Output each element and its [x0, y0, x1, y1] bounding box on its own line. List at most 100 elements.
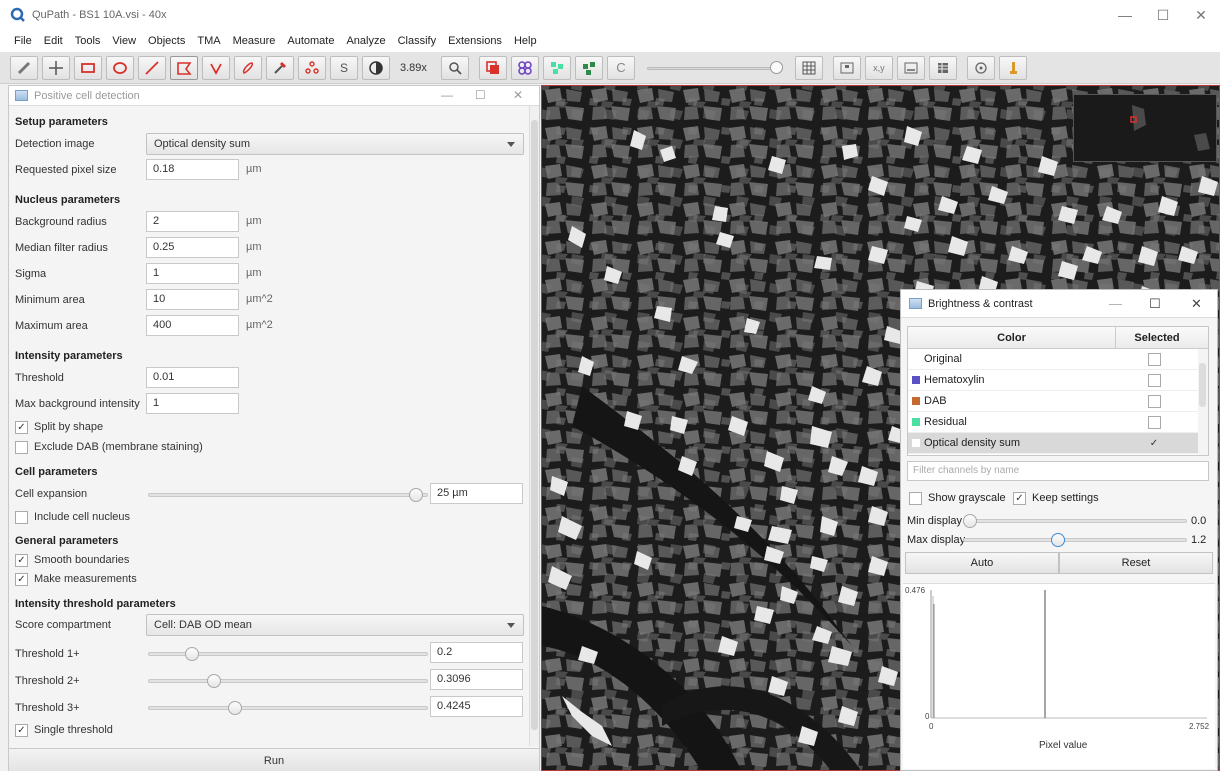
- move-tool-button[interactable]: [42, 55, 70, 80]
- threshold1-slider[interactable]: [148, 647, 428, 661]
- min-area-input[interactable]: 10: [146, 289, 239, 310]
- auto-button[interactable]: Auto: [905, 552, 1059, 574]
- show-overview-button[interactable]: [832, 55, 861, 80]
- threshold1-thumb[interactable]: [185, 647, 199, 661]
- threshold3-thumb[interactable]: [228, 701, 242, 715]
- pipette-button[interactable]: [998, 55, 1027, 80]
- max-bg-input[interactable]: 1: [146, 393, 239, 414]
- table-row[interactable]: Original: [908, 349, 1208, 370]
- table-row[interactable]: Optical density sum ✓: [908, 433, 1208, 454]
- threshold1-input[interactable]: 0.2: [430, 642, 523, 663]
- threshold3-slider[interactable]: [148, 701, 428, 715]
- threshold-input[interactable]: 0.01: [146, 367, 239, 388]
- menu-view[interactable]: View: [112, 35, 136, 47]
- polygon-tool-button[interactable]: [170, 55, 198, 80]
- channel-table-scrollbar-thumb[interactable]: [1199, 363, 1206, 407]
- make-measurements-check[interactable]: ✓: [15, 572, 28, 586]
- exclude-dab-checkbox[interactable]: Exclude DAB (membrane staining): [15, 437, 203, 457]
- bc-minimize-button[interactable]: —: [1109, 296, 1122, 311]
- pixel-size-input[interactable]: 0.18: [146, 159, 239, 180]
- split-by-shape-checkbox[interactable]: ✓ Split by shape: [15, 417, 103, 437]
- dialog-maximize-button[interactable]: ☐: [475, 88, 486, 102]
- menu-edit[interactable]: Edit: [44, 35, 63, 47]
- channel-selected-check[interactable]: [1147, 352, 1161, 366]
- minimize-button[interactable]: —: [1106, 0, 1144, 30]
- menu-analyze[interactable]: Analyze: [346, 35, 385, 47]
- menu-tools[interactable]: Tools: [75, 35, 101, 47]
- zoom-to-fit-button[interactable]: [440, 55, 469, 80]
- show-connections-button[interactable]: C: [606, 55, 635, 80]
- max-display-slider[interactable]: [963, 533, 1187, 547]
- threshold2-input[interactable]: 0.3096: [430, 669, 523, 690]
- toggle-analysis-pane-button[interactable]: [10, 55, 38, 80]
- exclude-dab-check[interactable]: [15, 440, 28, 454]
- menu-help[interactable]: Help: [514, 35, 537, 47]
- single-threshold-checkbox[interactable]: ✓ Single threshold: [15, 720, 113, 740]
- polyline-tool-button[interactable]: [202, 55, 230, 80]
- median-input[interactable]: 0.25: [146, 237, 239, 258]
- dialog-scrollbar-thumb[interactable]: [531, 120, 538, 730]
- menu-classify[interactable]: Classify: [398, 35, 437, 47]
- min-display-thumb[interactable]: [963, 514, 977, 528]
- menu-measure[interactable]: Measure: [233, 35, 276, 47]
- menu-automate[interactable]: Automate: [287, 35, 334, 47]
- max-display-thumb[interactable]: [1051, 533, 1065, 547]
- channel-table-scrollbar[interactable]: [1198, 349, 1208, 455]
- show-annotations-button[interactable]: [478, 55, 507, 80]
- dialog-close-button[interactable]: ✕: [513, 88, 523, 102]
- rectangle-tool-button[interactable]: [74, 55, 102, 80]
- show-scalebar-button[interactable]: [896, 55, 925, 80]
- make-measurements-checkbox[interactable]: ✓ Make measurements: [15, 569, 137, 589]
- split-by-shape-check[interactable]: ✓: [15, 420, 28, 434]
- smooth-boundaries-check[interactable]: ✓: [15, 553, 28, 567]
- menu-extensions[interactable]: Extensions: [448, 35, 502, 47]
- sigma-input[interactable]: 1: [146, 263, 239, 284]
- cell-expansion-slider[interactable]: [148, 488, 428, 502]
- reset-button[interactable]: Reset: [1059, 552, 1213, 574]
- opacity-slider-thumb[interactable]: [769, 60, 783, 74]
- overview-thumbnail[interactable]: [1073, 94, 1217, 162]
- smooth-boundaries-checkbox[interactable]: ✓ Smooth boundaries: [15, 550, 129, 570]
- col-selected-header[interactable]: Selected: [1116, 327, 1198, 348]
- points-tool-button[interactable]: [298, 55, 326, 80]
- menu-objects[interactable]: Objects: [148, 35, 185, 47]
- opacity-slider[interactable]: [646, 56, 787, 80]
- max-area-input[interactable]: 400: [146, 315, 239, 336]
- bg-radius-input[interactable]: 2: [146, 211, 239, 232]
- refresh-button[interactable]: [966, 55, 995, 80]
- show-grayscale-checkbox[interactable]: Show grayscale: [909, 489, 1006, 507]
- filter-channels-input[interactable]: Filter channels by name: [907, 461, 1209, 481]
- table-row[interactable]: DAB: [908, 391, 1208, 412]
- table-row[interactable]: Residual: [908, 412, 1208, 433]
- include-nucleus-check[interactable]: [15, 510, 28, 524]
- maximize-button[interactable]: ☐: [1144, 0, 1182, 30]
- fill-detections-button[interactable]: [574, 55, 603, 80]
- dialog-minimize-button[interactable]: —: [441, 88, 453, 102]
- include-nucleus-checkbox[interactable]: Include cell nucleus: [15, 507, 130, 527]
- menu-file[interactable]: File: [14, 35, 32, 47]
- brush-tool-button[interactable]: [234, 55, 262, 80]
- bc-maximize-button[interactable]: ☐: [1149, 296, 1161, 312]
- threshold3-input[interactable]: 0.4245: [430, 696, 523, 717]
- table-row[interactable]: Hematoxylin: [908, 370, 1208, 391]
- run-button[interactable]: Run: [9, 748, 539, 771]
- menu-tma[interactable]: TMA: [197, 35, 220, 47]
- cell-expansion-input[interactable]: 25 µm: [430, 483, 523, 504]
- wand-tool-button[interactable]: [266, 55, 294, 80]
- bc-close-button[interactable]: ✕: [1191, 296, 1202, 312]
- channel-selected-check[interactable]: [1147, 373, 1161, 387]
- line-tool-button[interactable]: [138, 55, 166, 80]
- col-color-header[interactable]: Color: [908, 327, 1116, 348]
- brightness-contrast-button[interactable]: [362, 55, 390, 80]
- close-button[interactable]: ✕: [1182, 0, 1220, 30]
- threshold2-thumb[interactable]: [207, 674, 221, 688]
- show-grayscale-check[interactable]: [909, 491, 922, 505]
- dialog-scrollbar[interactable]: [529, 106, 539, 746]
- threshold2-slider[interactable]: [148, 674, 428, 688]
- cell-expansion-thumb[interactable]: [409, 488, 423, 502]
- min-display-slider[interactable]: [963, 514, 1187, 528]
- show-detections-button[interactable]: [542, 55, 571, 80]
- show-grid-button[interactable]: [794, 55, 823, 80]
- detection-image-combo[interactable]: Optical density sum: [146, 133, 524, 155]
- channel-selected-check[interactable]: [1147, 394, 1161, 408]
